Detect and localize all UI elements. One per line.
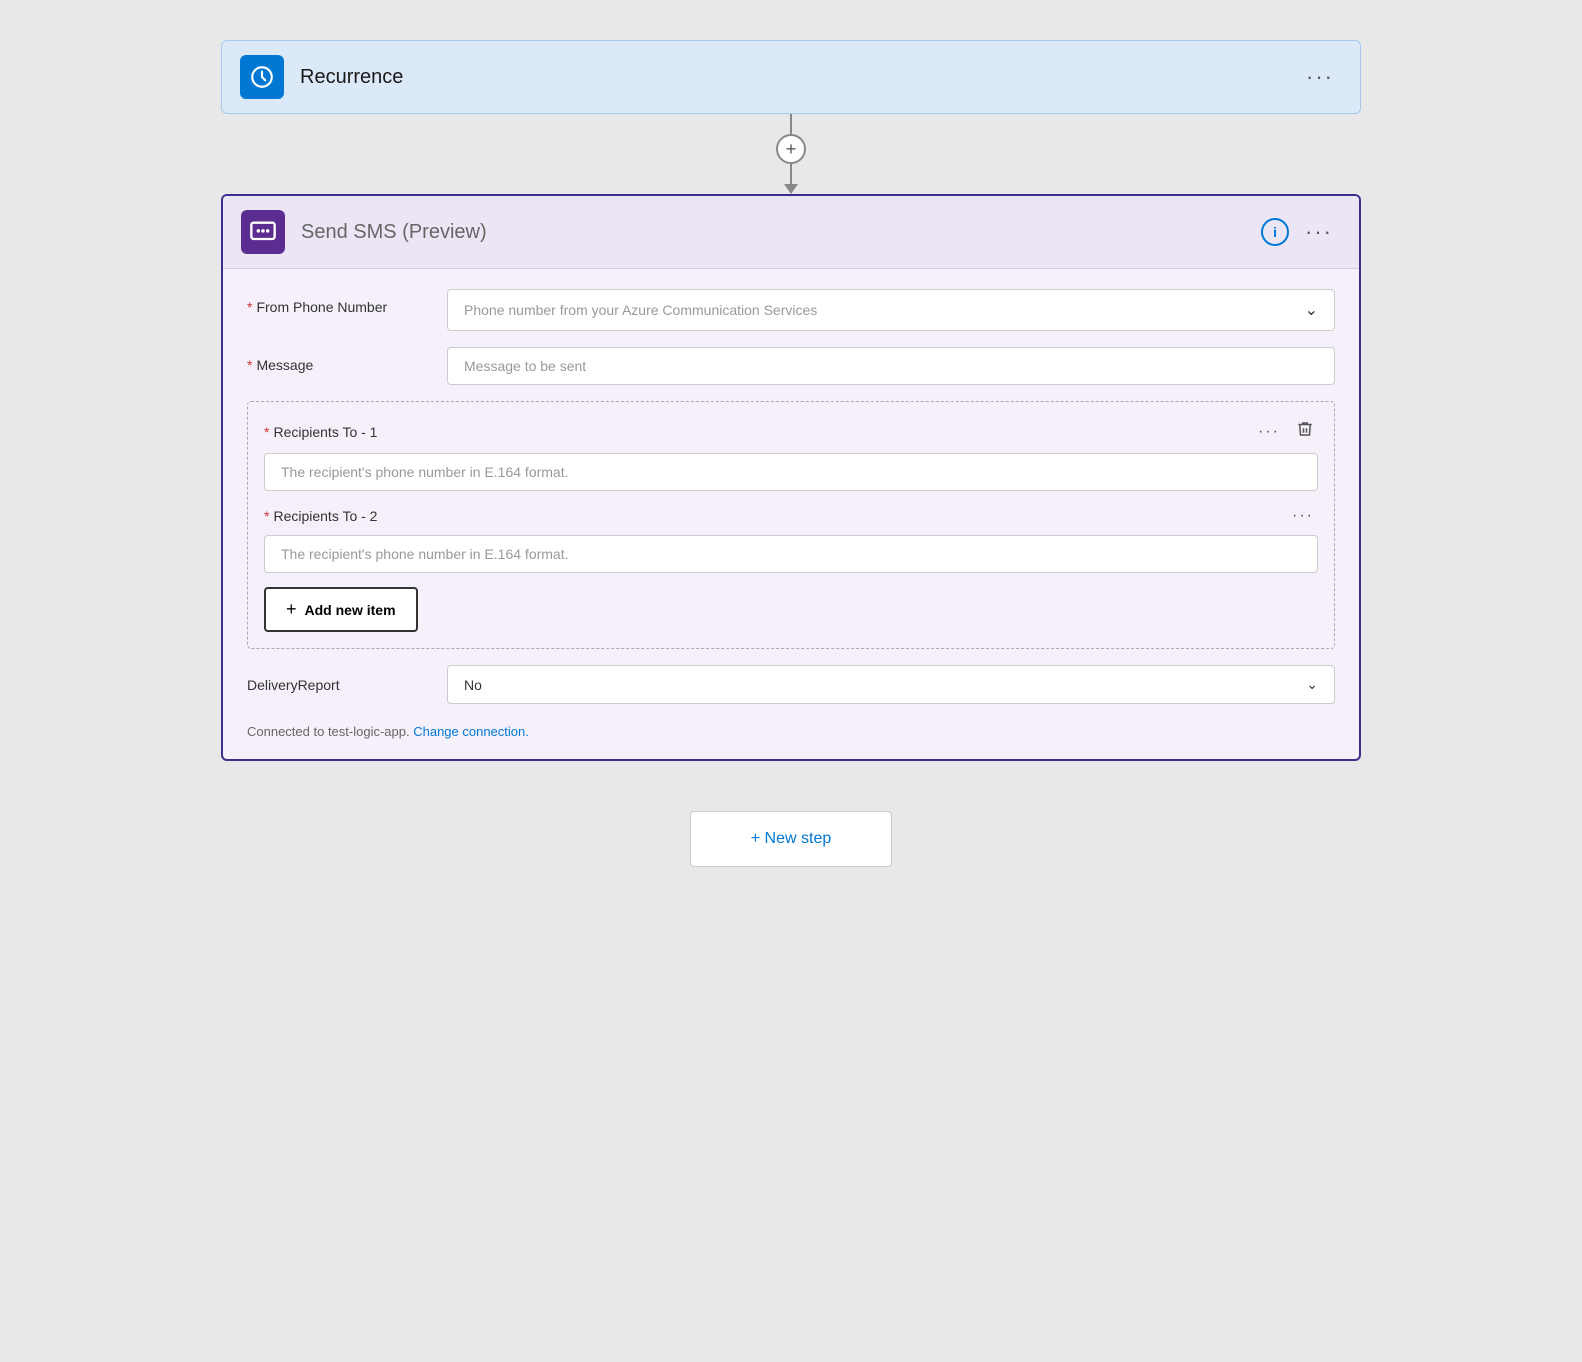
- chat-icon: [249, 218, 277, 246]
- add-step-button[interactable]: +: [776, 134, 806, 164]
- sms-more-button[interactable]: ···: [1297, 217, 1341, 247]
- recipients-container: * Recipients To - 1 ···: [247, 401, 1335, 649]
- message-input-wrapper: Message to be sent: [447, 347, 1335, 385]
- required-star-recipient-1: *: [264, 424, 269, 440]
- trash-icon: [1296, 420, 1314, 438]
- recipient-2-label: * Recipients To - 2: [264, 508, 377, 524]
- recipient-2-placeholder: The recipient's phone number in E.164 fo…: [281, 546, 569, 562]
- header-actions: i ···: [1261, 217, 1341, 247]
- sms-card-title: Send SMS (Preview): [301, 221, 1261, 244]
- from-phone-placeholder: Phone number from your Azure Communicati…: [464, 302, 817, 318]
- message-input[interactable]: Message to be sent: [447, 347, 1335, 385]
- connection-footer: Connected to test-logic-app. Change conn…: [247, 724, 1335, 739]
- recurrence-icon: [240, 55, 284, 99]
- from-phone-input-wrapper: Phone number from your Azure Communicati…: [447, 289, 1335, 331]
- from-phone-row: * From Phone Number Phone number from yo…: [247, 289, 1335, 331]
- sms-card-body: * From Phone Number Phone number from yo…: [223, 269, 1359, 759]
- recurrence-more-button[interactable]: ···: [1298, 62, 1342, 92]
- sms-card-header: Send SMS (Preview) i ···: [223, 196, 1359, 269]
- delivery-report-dropdown[interactable]: No ⌄: [447, 665, 1335, 704]
- from-phone-label: * From Phone Number: [247, 289, 447, 315]
- recipient-1-label: * Recipients To - 1: [264, 424, 377, 440]
- flow-container: Recurrence ··· + Send SMS (Preview): [221, 40, 1361, 867]
- recurrence-card: Recurrence ···: [221, 40, 1361, 114]
- add-new-item-label: Add new item: [305, 602, 396, 618]
- message-label: * Message: [247, 347, 447, 373]
- send-sms-card: Send SMS (Preview) i ··· * From Phone Nu…: [221, 194, 1361, 761]
- sms-icon: [241, 210, 285, 254]
- connector-line-bottom: [790, 164, 792, 184]
- delivery-report-label: DeliveryReport: [247, 677, 447, 693]
- required-star-message: *: [247, 357, 252, 373]
- from-phone-dropdown[interactable]: Phone number from your Azure Communicati…: [447, 289, 1335, 331]
- recipient-2-actions: ···: [1288, 505, 1318, 527]
- chevron-down-icon: ⌄: [1305, 300, 1318, 320]
- delivery-report-row: DeliveryReport No ⌄: [247, 665, 1335, 704]
- recipient-1-group: * Recipients To - 1 ···: [264, 418, 1318, 491]
- delivery-report-value: No: [464, 677, 482, 693]
- recipient-2-input[interactable]: The recipient's phone number in E.164 fo…: [264, 535, 1318, 573]
- delivery-chevron-down-icon: ⌄: [1306, 676, 1318, 693]
- new-step-area: + New step: [690, 811, 892, 867]
- required-star-recipient-2: *: [264, 508, 269, 524]
- recipient-1-placeholder: The recipient's phone number in E.164 fo…: [281, 464, 569, 480]
- plus-icon: +: [286, 599, 297, 620]
- recipient-2-more-button[interactable]: ···: [1288, 505, 1318, 527]
- change-connection-link[interactable]: Change connection.: [413, 724, 529, 739]
- clock-icon: [249, 64, 275, 90]
- connector-line-top: [790, 114, 792, 134]
- recipient-1-header: * Recipients To - 1 ···: [264, 418, 1318, 445]
- new-step-button[interactable]: + New step: [690, 811, 892, 867]
- recipient-2-header: * Recipients To - 2 ···: [264, 505, 1318, 527]
- required-star-from: *: [247, 299, 252, 315]
- message-row: * Message Message to be sent: [247, 347, 1335, 385]
- connector-arrow: [784, 164, 798, 194]
- arrow-head: [784, 184, 798, 194]
- recipient-1-delete-button[interactable]: [1292, 418, 1318, 445]
- recipient-1-input[interactable]: The recipient's phone number in E.164 fo…: [264, 453, 1318, 491]
- step-connector: +: [776, 114, 806, 194]
- message-placeholder: Message to be sent: [464, 358, 586, 374]
- recipient-1-actions: ···: [1254, 418, 1318, 445]
- connection-text: Connected to test-logic-app.: [247, 724, 413, 739]
- add-new-item-button[interactable]: + Add new item: [264, 587, 418, 632]
- recurrence-title: Recurrence: [300, 66, 1298, 89]
- info-button[interactable]: i: [1261, 218, 1289, 246]
- recipient-1-more-button[interactable]: ···: [1254, 421, 1284, 443]
- recipient-2-group: * Recipients To - 2 ··· The recipient's …: [264, 505, 1318, 573]
